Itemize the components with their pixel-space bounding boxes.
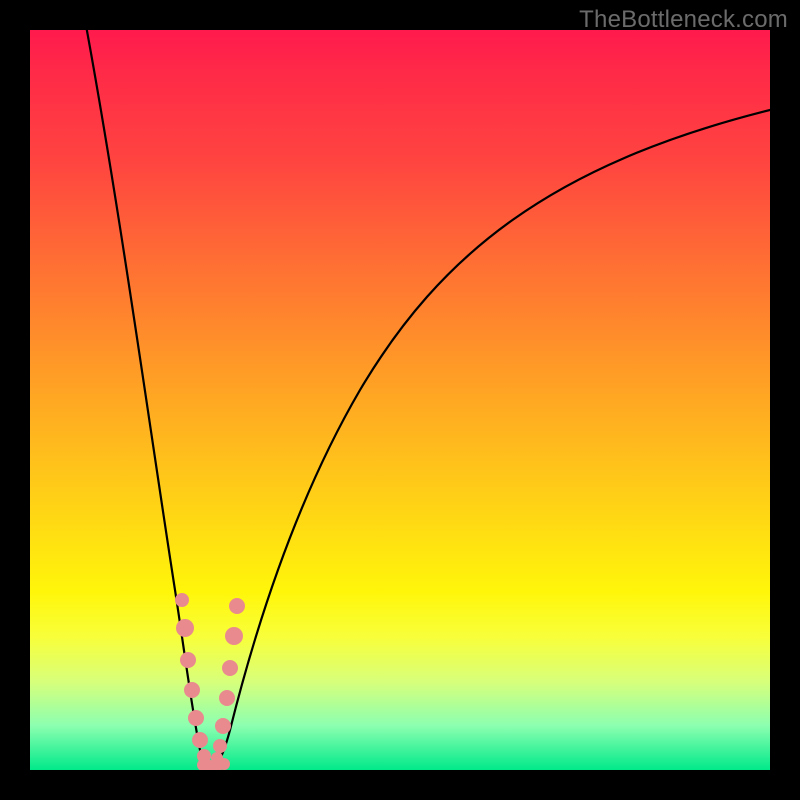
chart-plot-area <box>30 30 770 770</box>
watermark-text: TheBottleneck.com <box>579 6 788 34</box>
bottleneck-curve-svg <box>30 30 770 770</box>
curve-right-branch <box>210 110 770 768</box>
